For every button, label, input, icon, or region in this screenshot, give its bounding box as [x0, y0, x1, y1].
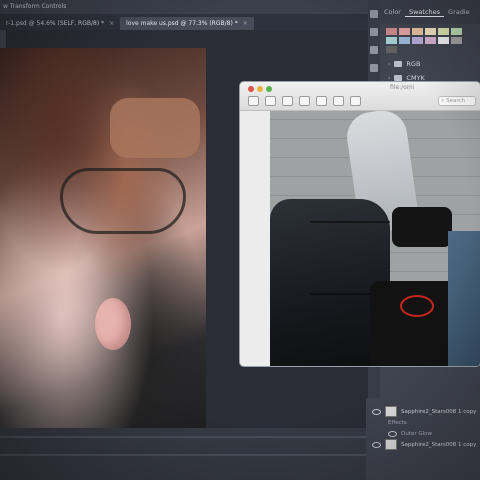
options-bar-text: w Transform Controls [3, 3, 67, 10]
swatch-grid [380, 24, 480, 57]
sidebar-toggle-icon[interactable] [248, 96, 259, 106]
search-placeholder: Search [446, 98, 465, 104]
document-tab-active[interactable]: love make us.psd @ 77.3% (RGB/8) * × [120, 17, 254, 30]
layers-panel: Sapphire2_Stars008 1 copy Effects Outer … [366, 398, 480, 480]
layer-row[interactable]: Sapphire2_Stars008 1 copy [366, 406, 480, 417]
zoom-out-icon[interactable] [282, 96, 293, 106]
swatch[interactable] [438, 28, 449, 35]
swatch[interactable] [386, 46, 397, 53]
preview-titlebar[interactable]: file:/omi ⌕ Search [240, 82, 480, 111]
panel-tabs: Color Swatches Gradie [380, 0, 480, 24]
swatch-folder-rgb[interactable]: › RGB [380, 57, 480, 71]
close-window-icon[interactable] [248, 86, 254, 92]
photo-ear [95, 298, 131, 350]
close-icon[interactable]: × [109, 20, 114, 27]
info-icon[interactable] [265, 96, 276, 106]
search-icon: ⌕ [441, 97, 445, 104]
preview-window[interactable]: file:/omi ⌕ Search [240, 82, 480, 366]
layer-row[interactable]: Sapphire2_Stars008 1 copy [366, 439, 480, 450]
swatch[interactable] [438, 37, 449, 44]
layer-thumbnail [385, 439, 397, 450]
status-bar [0, 428, 366, 480]
paragraph-icon[interactable] [370, 46, 378, 54]
effects-label: Effects [388, 419, 407, 426]
swatch[interactable] [399, 37, 410, 44]
folder-label: CMYK [406, 74, 425, 82]
effect-name: Outer Glow [401, 430, 433, 437]
rotate-icon[interactable] [350, 96, 361, 106]
eye-icon[interactable] [388, 430, 397, 437]
document-tabbar: r-1.psd @ 54.6% (SELF, RGB/8) * × love ma… [0, 14, 390, 30]
screen: w Transform Controls r-1.psd @ 54.6% (SE… [0, 0, 480, 480]
search-field[interactable]: ⌕ Search [438, 96, 476, 106]
layer-thumbnail [385, 406, 397, 417]
swatch[interactable] [425, 28, 436, 35]
close-icon[interactable]: × [243, 20, 248, 27]
tab-color[interactable]: Color [380, 8, 405, 16]
photo-jeans [448, 231, 480, 366]
sock-logo [400, 295, 434, 317]
eye-icon[interactable] [372, 441, 381, 448]
swatch[interactable] [412, 28, 423, 35]
layer-name: Sapphire2_Stars008 1 copy [401, 408, 477, 415]
document-tab[interactable]: r-1.psd @ 54.6% (SELF, RGB/8) * × [0, 17, 120, 30]
zoom-in-icon[interactable] [299, 96, 310, 106]
document-tab-label: r-1.psd @ 54.6% (SELF, RGB/8) * [6, 20, 105, 27]
history-icon[interactable] [370, 10, 378, 18]
photo-hat [110, 98, 200, 158]
preview-sidebar [240, 111, 271, 366]
folder-icon [394, 75, 403, 81]
photo-sock [392, 207, 452, 247]
tab-gradients[interactable]: Gradie [444, 8, 474, 16]
photo-glasses [60, 168, 186, 234]
markup-icon[interactable] [333, 96, 344, 106]
tab-swatches[interactable]: Swatches [404, 8, 445, 17]
options-bar: w Transform Controls [0, 0, 390, 14]
minimize-window-icon[interactable] [257, 86, 263, 92]
layer-effects-row[interactable]: Effects [366, 417, 480, 428]
swatch[interactable] [386, 28, 397, 35]
eye-icon[interactable] [372, 408, 381, 415]
preview-title: file:/omi [390, 84, 415, 91]
chevron-right-icon: › [388, 60, 391, 68]
swatch[interactable] [412, 37, 423, 44]
folder-label: RGB [406, 60, 421, 68]
preview-toolbar [248, 96, 361, 106]
swatch[interactable] [399, 28, 410, 35]
character-icon[interactable] [370, 28, 378, 36]
divider [0, 436, 366, 438]
document-tab-label: love make us.psd @ 77.3% (RGB/8) * [126, 20, 238, 27]
swatch[interactable] [451, 37, 462, 44]
folder-icon [394, 61, 403, 67]
canvas-photo[interactable] [0, 48, 206, 430]
preview-image [270, 111, 480, 366]
layer-effect-item[interactable]: Outer Glow [366, 428, 480, 439]
brush-icon[interactable] [370, 64, 378, 72]
chevron-right-icon: › [388, 74, 391, 82]
swatch[interactable] [386, 37, 397, 44]
zoom-window-icon[interactable] [266, 86, 272, 92]
swatch[interactable] [451, 28, 462, 35]
layer-name: Sapphire2_Stars008 1 copy [401, 441, 477, 448]
swatch[interactable] [425, 37, 436, 44]
share-icon[interactable] [316, 96, 327, 106]
divider [0, 454, 366, 456]
